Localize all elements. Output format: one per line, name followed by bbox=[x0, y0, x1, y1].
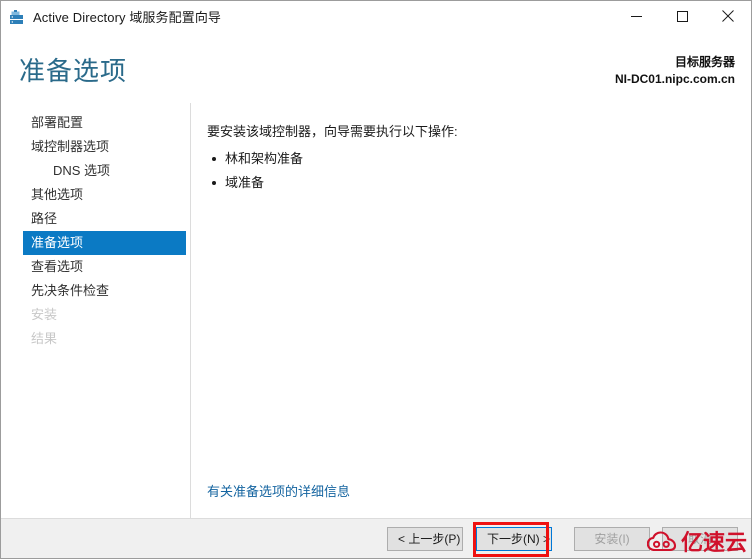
list-item: 林和架构准备 bbox=[207, 147, 303, 171]
sidebar-item-additional-options[interactable]: 其他选项 bbox=[23, 183, 186, 207]
ad-ds-configuration-wizard-window: Active Directory 域服务配置向导 准备选项 目标服务器 NI-D… bbox=[0, 0, 752, 559]
close-icon[interactable] bbox=[705, 1, 751, 31]
cloud-logo-icon bbox=[646, 530, 677, 551]
minimize-icon[interactable] bbox=[613, 1, 659, 31]
target-server-value: NI-DC01.nipc.com.cn bbox=[614, 72, 735, 86]
sidebar-item-dns-options[interactable]: DNS 选项 bbox=[23, 159, 186, 183]
content-intro-text: 要安装该域控制器，向导需要执行以下操作: bbox=[207, 124, 458, 139]
next-button[interactable]: 下一步(N) > bbox=[476, 527, 552, 551]
watermark-text: 亿速云 bbox=[680, 529, 747, 555]
sidebar-item-results: 结果 bbox=[31, 331, 58, 346]
wizard-content-pane: 要安装该域控制器，向导需要执行以下操作: 林和架构准备 域准备 有关准备选项的详… bbox=[192, 103, 751, 518]
watermark: 亿速云 bbox=[646, 527, 747, 558]
wizard-header: 准备选项 目标服务器 NI-DC01.nipc.com.cn bbox=[1, 32, 751, 103]
sidebar-item-domain-controller-options[interactable]: 域控制器选项 bbox=[23, 135, 186, 159]
operations-list: 林和架构准备 域准备 bbox=[207, 147, 303, 195]
page-title: 准备选项 bbox=[19, 56, 128, 86]
wizard-body: 部署配置 域控制器选项 DNS 选项 其他选项 路径 准备选项 查看选项 先决条… bbox=[1, 103, 751, 518]
maximize-icon[interactable] bbox=[659, 1, 705, 31]
sidebar-item-deployment-config[interactable]: 部署配置 bbox=[23, 111, 186, 135]
sidebar-item-preparation-options[interactable]: 准备选项 bbox=[23, 231, 186, 255]
wizard-step-navigation: 部署配置 域控制器选项 DNS 选项 其他选项 路径 准备选项 查看选项 先决条… bbox=[1, 103, 191, 518]
target-server-label: 目标服务器 bbox=[674, 55, 735, 69]
previous-button[interactable]: < 上一步(P) bbox=[387, 527, 463, 551]
install-button: 安装(I) bbox=[574, 527, 650, 551]
sidebar-item-review-options[interactable]: 查看选项 bbox=[23, 255, 186, 279]
title-bar: Active Directory 域服务配置向导 bbox=[1, 1, 751, 32]
wizard-footer: < 上一步(P) 下一步(N) > 安装(I) 取消 bbox=[1, 518, 751, 558]
sidebar-item-installation: 安装 bbox=[31, 307, 58, 322]
help-link-preparation-options[interactable]: 有关准备选项的详细信息 bbox=[207, 481, 350, 500]
ad-server-icon bbox=[8, 8, 26, 26]
target-server-block: 目标服务器 NI-DC01.nipc.com.cn bbox=[615, 54, 735, 88]
window-title: Active Directory 域服务配置向导 bbox=[33, 10, 222, 25]
sidebar-item-paths[interactable]: 路径 bbox=[23, 207, 186, 231]
list-item: 域准备 bbox=[207, 171, 303, 195]
sidebar-item-prerequisites-check[interactable]: 先决条件检查 bbox=[23, 279, 186, 303]
